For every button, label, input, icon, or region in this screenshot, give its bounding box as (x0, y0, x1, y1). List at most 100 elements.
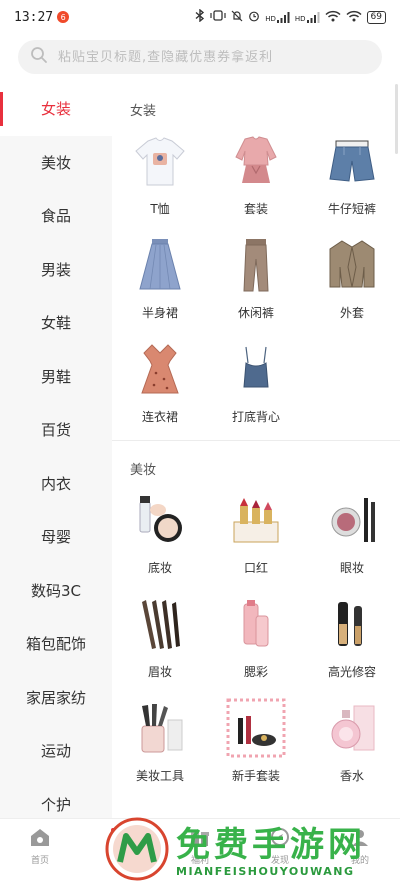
grid-item-starter-kit[interactable]: 新手套装 (208, 691, 304, 795)
wifi-icon (325, 10, 341, 25)
sidebar-item-label: 美妆 (40, 153, 71, 172)
nav-label: 发现 (270, 856, 289, 866)
sidebar-item-bags-accessories[interactable]: 箱包配饰 (0, 617, 112, 671)
grid-item-label: 外套 (339, 306, 364, 320)
grid-item-label: 腮彩 (243, 665, 268, 679)
grid-item-perfume[interactable]: 香水 (304, 691, 400, 795)
sidebar-item-label: 箱包配饰 (25, 635, 86, 654)
scrollbar[interactable] (395, 84, 398, 154)
grid-item-label: 牛仔短裤 (327, 202, 376, 216)
sidebar-item-label: 运动 (40, 742, 71, 761)
highlighter-icon (321, 593, 383, 655)
section-title-beauty: 美妆 (130, 463, 157, 478)
grid-item-foundation[interactable]: 底妆 (112, 483, 208, 587)
grid-item-lipstick[interactable]: 口红 (208, 483, 304, 587)
grid-item-skirt[interactable]: 半身裙 (112, 228, 208, 332)
grid-item-label: 底妆 (147, 561, 172, 575)
grid-item-dress[interactable]: 连衣裙 (112, 332, 208, 436)
signal-hd-2: HD (295, 11, 320, 23)
sidebar-item-personal-care[interactable]: 个护 (0, 778, 112, 819)
nav-welfare[interactable]: 福利 (160, 819, 240, 888)
sidebar-item-digital[interactable]: 数码3C (0, 564, 112, 618)
grid-item-denim-shorts[interactable]: 牛仔短裤 (304, 124, 400, 228)
grid-item-label: 高光修容 (327, 665, 376, 679)
denim-shorts-icon (321, 130, 383, 192)
sidebar-item-general-goods[interactable]: 百货 (0, 403, 112, 457)
grid-item-label: 美妆工具 (135, 769, 184, 783)
wifi-icon-2 (346, 10, 362, 25)
sidebar-item-label: 食品 (40, 207, 71, 226)
sidebar-item-home-textiles[interactable]: 家居家纺 (0, 671, 112, 725)
search-icon (30, 46, 48, 68)
sidebar-item-label: 男鞋 (40, 367, 71, 386)
coat-icon (321, 234, 383, 296)
grid-item-label: 新手套装 (231, 769, 280, 783)
grid-item-casual-pants[interactable]: 休闲裤 (208, 228, 304, 332)
alarm-icon (248, 10, 260, 25)
grid-item-label: T恤 (150, 202, 170, 216)
gift-icon (190, 827, 210, 851)
skirt-icon (129, 234, 191, 296)
sidebar-item-underwear[interactable]: 内衣 (0, 457, 112, 511)
nav-label: 首页 (30, 856, 49, 866)
camisole-icon (225, 338, 287, 400)
eye-makeup-icon (321, 489, 383, 551)
category-icon (110, 827, 130, 851)
status-time: 13:27 (14, 9, 54, 25)
grid-item-coat[interactable]: 外套 (304, 228, 400, 332)
sidebar-item-label: 女鞋 (40, 314, 71, 333)
home-icon (29, 827, 51, 851)
section-title-womens: 女装 (130, 104, 157, 119)
sidebar-item-mens-clothing[interactable]: 男装 (0, 243, 112, 297)
grid-item-eyebrow[interactable]: 眉妆 (112, 587, 208, 691)
grid-item-highlighter[interactable]: 高光修容 (304, 587, 400, 691)
grid-item-eye-makeup[interactable]: 眼妆 (304, 483, 400, 587)
search-input[interactable] (58, 49, 370, 65)
grid-empty-cell (304, 332, 400, 436)
sidebar-item-womens-clothing[interactable]: 女装 (0, 82, 112, 136)
nav-profile[interactable]: 我的 (320, 819, 400, 888)
suit-set-icon (225, 130, 287, 192)
nav-category[interactable]: 分类 (80, 819, 160, 888)
sidebar-item-label: 女装 (40, 100, 71, 119)
sidebar-item-mother-baby[interactable]: 母婴 (0, 510, 112, 564)
battery-indicator: 69 (366, 10, 386, 24)
sidebar-item-beauty[interactable]: 美妆 (0, 136, 112, 190)
nav-discover[interactable]: 发现 (240, 819, 320, 888)
nav-home[interactable]: 首页 (0, 819, 80, 888)
nav-label: 分类 (110, 856, 129, 866)
grid-item-tshirt[interactable]: T恤 (112, 124, 208, 228)
sidebar-item-label: 男装 (40, 260, 71, 279)
tshirt-icon (129, 130, 191, 192)
sidebar-item-womens-shoes[interactable]: 女鞋 (0, 296, 112, 350)
sidebar-item-sports[interactable]: 运动 (0, 724, 112, 778)
grid-item-blush[interactable]: 腮彩 (208, 587, 304, 691)
starter-kit-icon (225, 697, 287, 759)
bottom-nav: 首页 分类 福利 发现 我的 (0, 818, 400, 888)
mute-bell-icon (231, 10, 243, 25)
grid-item-label: 香水 (339, 769, 364, 783)
category-content: 女装 T恤 套装 牛仔短裤 半身裙 休闲裤 外套 连衣裙 打底背心 美妆 底妆 … (112, 82, 400, 818)
sidebar-item-food[interactable]: 食品 (0, 189, 112, 243)
profile-icon (350, 827, 370, 851)
search-bar[interactable] (18, 40, 382, 74)
foundation-icon (129, 489, 191, 551)
sidebar-item-label: 个护 (40, 795, 71, 814)
blush-icon (225, 593, 287, 655)
bluetooth-icon (195, 8, 205, 25)
nav-label: 我的 (350, 856, 369, 866)
grid-item-label: 眼妆 (339, 561, 364, 575)
category-sidebar: 女装 美妆 食品 男装 女鞋 男鞋 百货 内衣 母婴 数码3C 箱包配饰 家居家… (0, 82, 112, 818)
signal-hd-1: HD (265, 11, 290, 23)
grid-item-label: 口红 (243, 561, 268, 575)
perfume-icon (321, 697, 383, 759)
grid-item-makeup-tools[interactable]: 美妆工具 (112, 691, 208, 795)
lipstick-icon (225, 489, 287, 551)
womens-grid: T恤 套装 牛仔短裤 半身裙 休闲裤 外套 连衣裙 打底背心 (112, 124, 400, 436)
grid-item-camisole[interactable]: 打底背心 (208, 332, 304, 436)
sidebar-item-label: 数码3C (30, 581, 82, 600)
sidebar-item-mens-shoes[interactable]: 男鞋 (0, 350, 112, 404)
status-bar: 13:27 6 HD HD 69 (0, 0, 400, 34)
grid-item-suit-set[interactable]: 套装 (208, 124, 304, 228)
makeup-brush-icon (129, 697, 191, 759)
